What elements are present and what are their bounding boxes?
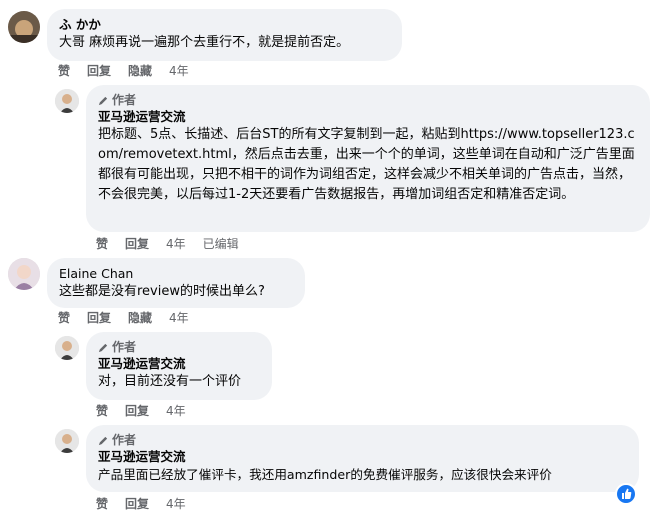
commenter-name[interactable]: 亚马逊运营交流 [98, 355, 260, 372]
author-badge: 作者 [98, 92, 638, 108]
comment-bubble: ふ かか 大哥 麻烦再说一遍那个去重行不，就是提前否定。 [47, 9, 402, 61]
comment-text: 产品里面已经放了催评卡，我还用amzfinder的免费催评服务，应该很快会来评价 [98, 467, 552, 482]
commenter-name[interactable]: ふ かか [59, 16, 390, 33]
reply-button[interactable]: 回复 [87, 310, 111, 326]
comment-actions: 赞 回复 4年 已编辑 [96, 236, 256, 252]
timestamp[interactable]: 4年 [169, 310, 189, 326]
avatar[interactable] [8, 11, 40, 43]
commenter-name[interactable]: 亚马逊运营交流 [98, 448, 627, 465]
like-button[interactable]: 赞 [96, 236, 108, 252]
comment-bubble: 作者 亚马逊运营交流 把标题、5点、长描述、后台ST的所有文字复制到一起，粘贴到… [86, 85, 650, 232]
comment-text: 对，目前还没有一个评价 [98, 374, 242, 389]
comment-bubble: 作者 亚马逊运营交流 对，目前还没有一个评价 [86, 332, 272, 400]
timestamp[interactable]: 4年 [166, 236, 186, 252]
comment-actions: 赞 回复 4年 [96, 496, 203, 512]
like-button[interactable]: 赞 [58, 63, 70, 79]
author-label: 作者 [112, 93, 137, 107]
comment-bubble: Elaine Chan 这些都是没有review的时候出单么? [47, 258, 305, 308]
comment-actions: 赞 回复 隐藏 4年 [58, 310, 206, 326]
comment-text: 大哥 麻烦再说一遍那个去重行不，就是提前否定。 [59, 35, 350, 50]
timestamp[interactable]: 4年 [166, 496, 186, 512]
timestamp[interactable]: 4年 [169, 63, 189, 79]
reply-button[interactable]: 回复 [125, 236, 149, 252]
author-badge: 作者 [98, 339, 260, 355]
avatar[interactable] [55, 89, 79, 113]
thumbs-up-icon [622, 488, 632, 499]
comment-actions: 赞 回复 4年 [96, 403, 203, 419]
commenter-name[interactable]: 亚马逊运营交流 [98, 108, 638, 125]
avatar[interactable] [8, 258, 40, 290]
pencil-icon [98, 343, 108, 352]
like-reaction-badge[interactable] [615, 483, 637, 505]
author-badge: 作者 [98, 432, 627, 448]
avatar[interactable] [55, 429, 79, 453]
like-button[interactable]: 赞 [96, 496, 108, 512]
comment-bubble: 作者 亚马逊运营交流 产品里面已经放了催评卡，我还用amzfinder的免费催评… [86, 425, 639, 492]
pencil-icon [98, 96, 108, 105]
comment-actions: 赞 回复 隐藏 4年 [58, 63, 206, 79]
reply-button[interactable]: 回复 [87, 63, 111, 79]
hide-button[interactable]: 隐藏 [128, 310, 152, 326]
author-label: 作者 [112, 340, 137, 354]
avatar[interactable] [55, 336, 79, 360]
pencil-icon [98, 436, 108, 445]
like-button[interactable]: 赞 [96, 403, 108, 419]
reply-button[interactable]: 回复 [125, 496, 149, 512]
timestamp[interactable]: 4年 [166, 403, 186, 419]
author-label: 作者 [112, 433, 137, 447]
commenter-name[interactable]: Elaine Chan [59, 265, 293, 282]
comment-text: 这些都是没有review的时候出单么? [59, 284, 265, 299]
comment-text: 把标题、5点、长描述、后台ST的所有文字复制到一起，粘贴到https://www… [98, 127, 635, 202]
hide-button[interactable]: 隐藏 [128, 63, 152, 79]
like-button[interactable]: 赞 [58, 310, 70, 326]
edited-label[interactable]: 已编辑 [203, 236, 239, 252]
reply-button[interactable]: 回复 [125, 403, 149, 419]
